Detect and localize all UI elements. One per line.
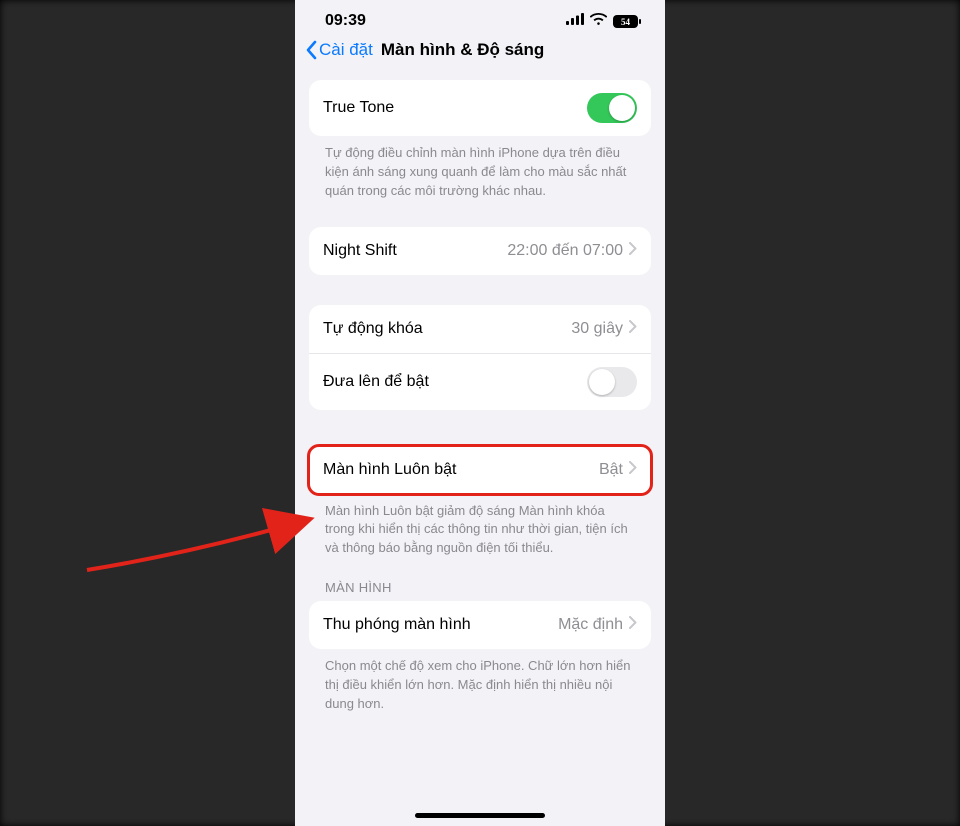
chevron-right-icon xyxy=(629,320,637,338)
chevron-left-icon xyxy=(305,40,317,60)
battery-percent: 54 xyxy=(621,17,631,27)
cellular-icon xyxy=(566,12,584,30)
back-label: Cài đặt xyxy=(319,40,373,60)
content: True Tone Tự động điều chỉnh màn hình iP… xyxy=(295,80,665,734)
wifi-icon xyxy=(590,12,607,30)
phone-frame: 09:39 54 Cài đặt Màn hình & Độ sáng True… xyxy=(295,0,665,826)
group-zoom: Thu phóng màn hình Mặc định xyxy=(309,601,651,649)
back-button[interactable]: Cài đặt xyxy=(305,40,373,60)
night-shift-value: 22:00 đến 07:00 xyxy=(507,242,623,260)
group-night-shift: Night Shift 22:00 đến 07:00 xyxy=(309,227,651,275)
chevron-right-icon xyxy=(629,461,637,479)
true-tone-toggle[interactable] xyxy=(587,93,637,123)
nav-header: Cài đặt Màn hình & Độ sáng xyxy=(295,36,665,70)
row-true-tone[interactable]: True Tone xyxy=(309,80,651,136)
status-time: 09:39 xyxy=(325,12,366,30)
section-display-header: MÀN HÌNH xyxy=(309,558,651,601)
status-bar: 09:39 54 xyxy=(295,0,665,36)
battery-icon: 54 xyxy=(613,15,641,28)
row-auto-lock[interactable]: Tự động khóa 30 giây xyxy=(309,305,651,353)
zoom-label: Thu phóng màn hình xyxy=(323,616,558,634)
chevron-right-icon xyxy=(629,242,637,260)
auto-lock-value: 30 giây xyxy=(571,320,623,338)
group-always-on: Màn hình Luôn bật Bật xyxy=(309,446,651,494)
row-raise-to-wake[interactable]: Đưa lên để bật xyxy=(309,353,651,410)
true-tone-footer: Tự động điều chỉnh màn hình iPhone dựa t… xyxy=(309,136,651,201)
night-shift-label: Night Shift xyxy=(323,242,507,260)
always-on-label: Màn hình Luôn bật xyxy=(323,461,599,479)
row-always-on[interactable]: Màn hình Luôn bật Bật xyxy=(309,446,651,494)
always-on-value: Bật xyxy=(599,461,623,479)
home-indicator[interactable] xyxy=(415,813,545,818)
chevron-right-icon xyxy=(629,616,637,634)
group-lock: Tự động khóa 30 giây Đưa lên để bật xyxy=(309,305,651,410)
always-on-footer: Màn hình Luôn bật giảm độ sáng Màn hình … xyxy=(309,494,651,559)
zoom-value: Mặc định xyxy=(558,616,623,634)
raise-to-wake-label: Đưa lên để bật xyxy=(323,373,587,391)
row-zoom[interactable]: Thu phóng màn hình Mặc định xyxy=(309,601,651,649)
zoom-footer: Chọn một chế độ xem cho iPhone. Chữ lớn … xyxy=(309,649,651,714)
group-true-tone: True Tone xyxy=(309,80,651,136)
row-night-shift[interactable]: Night Shift 22:00 đến 07:00 xyxy=(309,227,651,275)
true-tone-label: True Tone xyxy=(323,99,587,117)
nav-title: Màn hình & Độ sáng xyxy=(381,40,655,60)
auto-lock-label: Tự động khóa xyxy=(323,320,571,338)
raise-to-wake-toggle[interactable] xyxy=(587,367,637,397)
